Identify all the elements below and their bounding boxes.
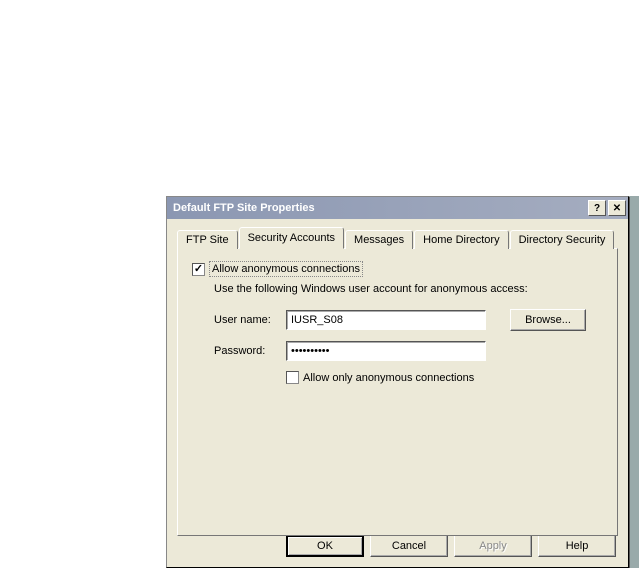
allow-only-anonymous-checkbox[interactable] bbox=[286, 371, 299, 384]
tab-panel-security-accounts: Allow anonymous connections Use the foll… bbox=[177, 248, 618, 536]
browse-label: Browse... bbox=[525, 314, 571, 326]
close-icon: ✕ bbox=[613, 203, 621, 214]
tab-label: Home Directory bbox=[423, 234, 499, 246]
properties-dialog: Default FTP Site Properties ? ✕ FTP Site… bbox=[166, 196, 629, 568]
question-icon: ? bbox=[594, 203, 600, 214]
tab-label: Directory Security bbox=[519, 234, 606, 246]
button-label: Cancel bbox=[392, 540, 426, 552]
username-input[interactable] bbox=[286, 310, 486, 330]
tab-label: Security Accounts bbox=[248, 232, 335, 244]
close-button[interactable]: ✕ bbox=[608, 200, 626, 216]
tab-security-accounts[interactable]: Security Accounts bbox=[239, 227, 344, 249]
browse-button[interactable]: Browse... bbox=[510, 309, 586, 331]
tab-ftp-site[interactable]: FTP Site bbox=[177, 230, 238, 249]
password-label: Password: bbox=[214, 345, 286, 357]
tab-strip: FTP Site Security Accounts Messages Home… bbox=[177, 227, 618, 248]
ok-button[interactable]: OK bbox=[286, 535, 364, 557]
help-button[interactable]: Help bbox=[538, 535, 616, 557]
tab-messages[interactable]: Messages bbox=[345, 230, 413, 249]
description-text: Use the following Windows user account f… bbox=[214, 283, 603, 295]
password-input[interactable] bbox=[286, 341, 486, 361]
cancel-button[interactable]: Cancel bbox=[370, 535, 448, 557]
help-button[interactable]: ? bbox=[588, 200, 606, 216]
window-title: Default FTP Site Properties bbox=[173, 202, 586, 214]
tab-label: FTP Site bbox=[186, 234, 229, 246]
button-label: Help bbox=[566, 540, 589, 552]
allow-anonymous-checkbox[interactable] bbox=[192, 263, 205, 276]
titlebar[interactable]: Default FTP Site Properties ? ✕ bbox=[167, 197, 628, 219]
username-label: User name: bbox=[214, 314, 286, 326]
apply-button: Apply bbox=[454, 535, 532, 557]
button-label: Apply bbox=[479, 540, 507, 552]
shadow-edge bbox=[629, 196, 639, 568]
allow-anonymous-label: Allow anonymous connections bbox=[209, 261, 363, 277]
tab-directory-security[interactable]: Directory Security bbox=[510, 230, 615, 249]
button-bar: OK Cancel Apply Help bbox=[286, 535, 616, 557]
tab-label: Messages bbox=[354, 234, 404, 246]
button-label: OK bbox=[317, 540, 333, 552]
allow-only-anonymous-label: Allow only anonymous connections bbox=[303, 372, 474, 384]
tab-home-directory[interactable]: Home Directory bbox=[414, 230, 508, 249]
